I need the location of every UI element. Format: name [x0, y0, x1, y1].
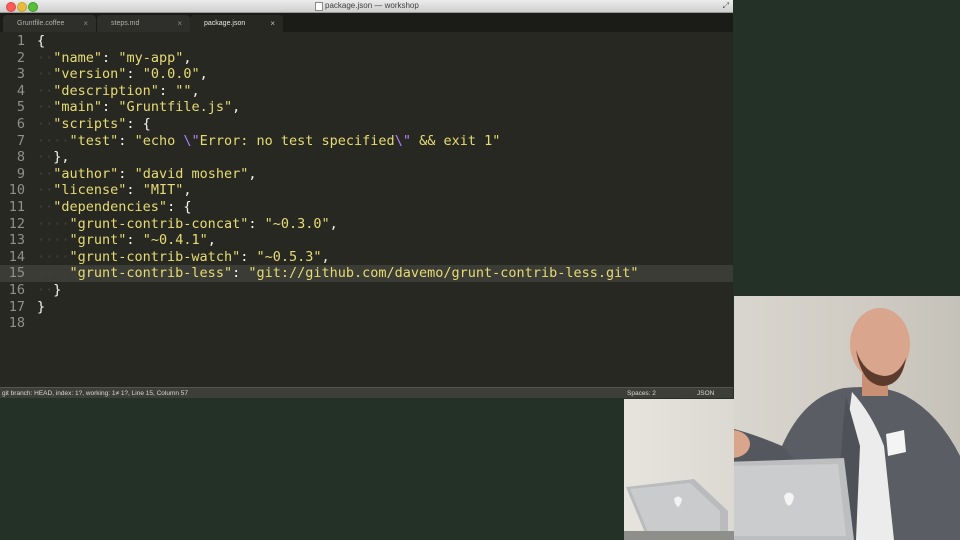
code-line[interactable]: 12 ····"grunt-contrib-concat": "~0.3.0", — [0, 216, 733, 233]
code-text: ··"license": "MIT", — [37, 182, 192, 199]
line-number: 9 — [16, 165, 25, 182]
document-icon — [315, 2, 323, 11]
status-git-position: git branch: HEAD, index: 1?, working: 1≠… — [2, 390, 189, 397]
code-line[interactable]: 5 ··"main": "Gruntfile.js", — [0, 99, 733, 116]
line-number: 7 — [16, 132, 25, 149]
close-icon[interactable]: × — [83, 19, 88, 28]
code-editor[interactable]: 1{2 ··"name": "my-app", 3 ··"version": "0.0… — [0, 32, 733, 387]
code-text: ····"grunt-contrib-concat": "~0.3.0", — [37, 215, 338, 232]
code-line[interactable]: 16 ··} — [0, 282, 733, 299]
code-text: ····"test": "echo \"Error: no test speci… — [37, 132, 501, 149]
window-title: package.json — workshop — [325, 1, 419, 10]
code-text: ··"name": "my-app", — [37, 49, 192, 66]
tab-label: Gruntfile.coffee — [17, 20, 65, 27]
code-line[interactable]: 6 ··"scripts": { — [0, 116, 733, 133]
code-text: { — [37, 33, 46, 49]
code-line[interactable]: 18 — [0, 315, 733, 332]
code-text: ··"author": "david mosher", — [37, 165, 257, 182]
zoom-window-button[interactable] — [28, 2, 38, 12]
code-line[interactable]: 3 ··"version": "0.0.0", — [0, 66, 733, 83]
close-window-button[interactable] — [6, 2, 16, 12]
line-number: 18 — [8, 315, 25, 332]
camera-feed-left — [624, 399, 734, 540]
line-number: 12 — [8, 215, 25, 232]
tab-label: package.json — [204, 20, 246, 27]
code-line[interactable]: 14 ····"grunt-contrib-watch": "~0.5.3", — [0, 249, 733, 266]
code-line[interactable]: 17} — [0, 299, 733, 316]
line-number: 5 — [16, 99, 25, 116]
line-number: 13 — [8, 232, 25, 249]
presenter-image: shopify — [734, 308, 960, 540]
code-line[interactable]: 1{ — [0, 33, 733, 50]
tab-gruntfile-coffee[interactable]: Gruntfile.coffee × — [3, 15, 96, 32]
code-line[interactable]: 7 ····"test": "echo \"Error: no test spec… — [0, 133, 733, 150]
status-bar: git branch: HEAD, index: 1?, working: 1≠… — [0, 387, 733, 398]
code-line[interactable]: 11 ··"dependencies": { — [0, 199, 733, 216]
minimize-window-button[interactable] — [17, 2, 27, 12]
line-number: 14 — [8, 248, 25, 265]
line-number: 10 — [8, 182, 25, 199]
tab-package-json[interactable]: package.json × — [190, 15, 283, 32]
code-text: ··"scripts": { — [37, 116, 151, 132]
line-number: 6 — [16, 116, 25, 132]
line-number: 3 — [16, 66, 25, 83]
editor-window: package.json — workshop ⤢ Gruntfile.coff… — [0, 0, 733, 398]
line-number: 1 — [16, 33, 25, 49]
code-text: ··"main": "Gruntfile.js", — [37, 99, 241, 116]
code-text: ····"grunt-contrib-less": "git://github.… — [37, 265, 639, 282]
line-number: 4 — [16, 82, 25, 99]
tab-bar: Gruntfile.coffee × steps.md × package.js… — [0, 13, 733, 32]
line-number: 16 — [8, 282, 25, 298]
code-text: ····"grunt-contrib-watch": "~0.5.3", — [37, 248, 330, 265]
tab-steps-md[interactable]: steps.md × — [97, 15, 190, 32]
code-text: ··}, — [37, 149, 70, 166]
code-line[interactable]: 4 ··"description": "", — [0, 83, 733, 100]
tab-label: steps.md — [111, 20, 140, 27]
line-number: 15 — [8, 265, 25, 282]
code-line[interactable]: 15 ····"grunt-contrib-less": "git://githu… — [0, 265, 733, 282]
syntax-selector[interactable]: JSON — [697, 388, 714, 398]
line-number: 11 — [8, 199, 25, 215]
title-bar[interactable]: package.json — workshop ⤢ — [0, 0, 733, 13]
line-number: 8 — [16, 149, 25, 166]
line-number: 2 — [16, 49, 25, 66]
indentation-setting[interactable]: Spaces: 2 — [627, 388, 656, 398]
code-line[interactable]: 2 ··"name": "my-app", — [0, 50, 733, 67]
close-icon[interactable]: × — [177, 19, 182, 28]
code-line[interactable]: 8 ··}, — [0, 149, 733, 166]
close-icon[interactable]: × — [270, 19, 275, 28]
code-text: ··"version": "0.0.0", — [37, 66, 208, 83]
code-line[interactable]: 9 ··"author": "david mosher", — [0, 166, 733, 183]
code-text: ····"grunt": "~0.4.1", — [37, 232, 216, 249]
code-text: } — [37, 298, 46, 315]
code-text: ··} — [37, 282, 62, 298]
code-text: ··"dependencies": { — [37, 199, 192, 215]
code-text: ··"description": "", — [37, 82, 200, 99]
fullscreen-icon[interactable]: ⤢ — [723, 2, 729, 10]
laptop-left-image — [624, 479, 734, 540]
code-line[interactable]: 10 ··"license": "MIT", — [0, 182, 733, 199]
code-line[interactable]: 13 ····"grunt": "~0.4.1", — [0, 232, 733, 249]
camera-feed: shopify — [734, 296, 960, 540]
line-number: 17 — [8, 298, 25, 315]
